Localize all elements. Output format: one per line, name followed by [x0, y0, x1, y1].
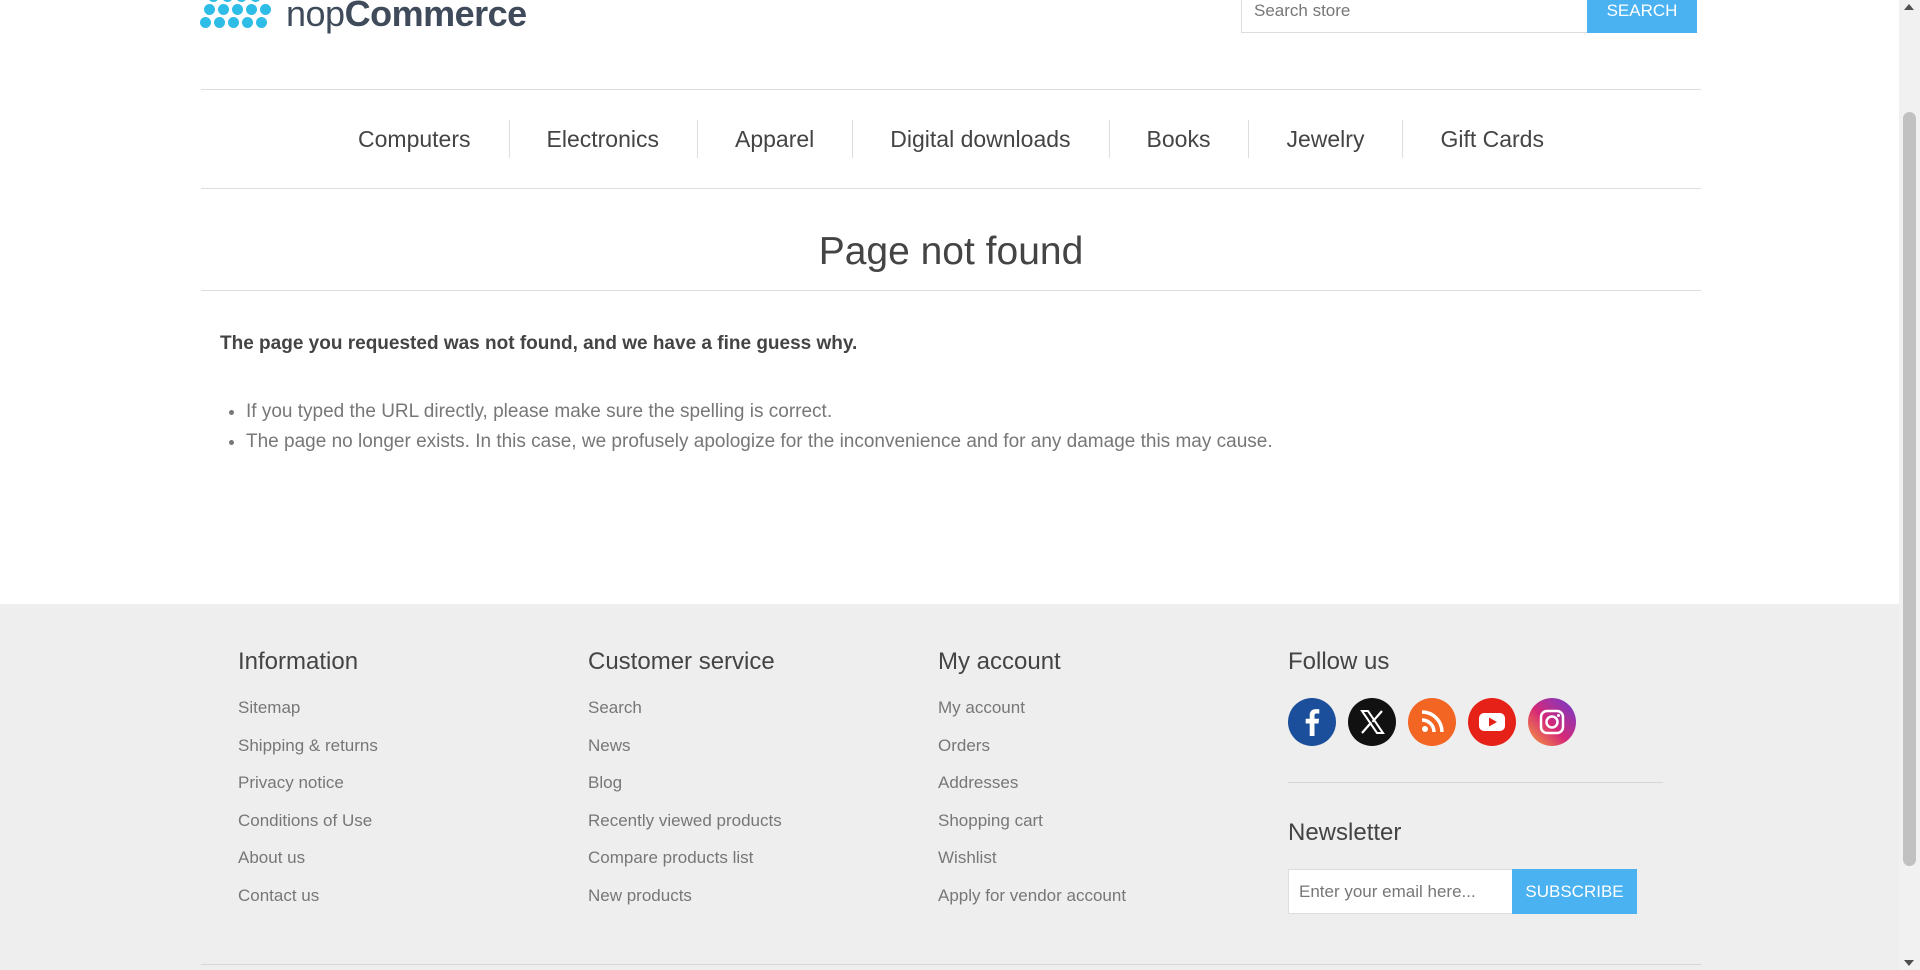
menu-item-computers[interactable]: Computers — [320, 126, 508, 153]
scroll-down-arrow-icon[interactable] — [1904, 960, 1914, 966]
rss-icon[interactable] — [1408, 698, 1456, 746]
footer-link-about-us[interactable]: About us — [238, 848, 378, 886]
footer-link-vendor-account[interactable]: Apply for vendor account — [938, 886, 1126, 924]
footer-link-orders[interactable]: Orders — [938, 736, 1126, 774]
menu-item-gift-cards[interactable]: Gift Cards — [1402, 119, 1582, 158]
page-scrollbar[interactable] — [1899, 0, 1920, 970]
search-box: SEARCH — [1241, 0, 1697, 33]
social-links — [1288, 698, 1663, 746]
menu-item-books[interactable]: Books — [1108, 119, 1249, 158]
youtube-icon[interactable] — [1468, 698, 1516, 746]
footer-link-my-account[interactable]: My account — [938, 698, 1126, 736]
footer-link-compare-products[interactable]: Compare products list — [588, 848, 782, 886]
newsletter-form: SUBSCRIBE — [1288, 869, 1663, 914]
top-menu: Computers Electronics Apparel Digital do… — [201, 89, 1701, 189]
not-found-reasons: If you typed the URL directly, please ma… — [220, 397, 1273, 457]
x-twitter-icon[interactable] — [1348, 698, 1396, 746]
search-input[interactable] — [1241, 0, 1587, 33]
footer-follow-us: Follow us Newsletter Enter your email he… — [1288, 648, 1663, 914]
footer-information: Information Sitemap Shipping & returns P… — [238, 648, 378, 923]
footer-link-conditions-of-use[interactable]: Conditions of Use — [238, 811, 378, 849]
instagram-icon[interactable] — [1528, 698, 1576, 746]
footer-bottom-divider — [201, 964, 1701, 965]
footer-link-blog[interactable]: Blog — [588, 773, 782, 811]
footer-link-wishlist[interactable]: Wishlist — [938, 848, 1126, 886]
footer-heading-my-account: My account — [938, 648, 1061, 675]
subscribe-button[interactable]: SUBSCRIBE — [1512, 869, 1637, 914]
footer-link-privacy-notice[interactable]: Privacy notice — [238, 773, 378, 811]
facebook-icon[interactable] — [1288, 698, 1336, 746]
footer-heading-information: Information — [238, 648, 359, 675]
newsletter-email-input[interactable] — [1288, 869, 1512, 914]
menu-item-jewelry[interactable]: Jewelry — [1248, 119, 1402, 158]
footer-link-new-products[interactable]: New products — [588, 886, 782, 924]
footer-link-sitemap[interactable]: Sitemap — [238, 698, 378, 736]
footer-heading-customer-service: Customer service — [588, 648, 775, 675]
scroll-up-arrow-icon[interactable] — [1904, 4, 1914, 10]
logo-text: nopCommerce — [286, 0, 527, 34]
page-title: Page not found — [201, 230, 1701, 291]
scrollbar-thumb[interactable] — [1903, 112, 1916, 866]
footer-link-news[interactable]: News — [588, 736, 782, 774]
list-item: The page no longer exists. In this case,… — [246, 427, 1273, 457]
list-item: If you typed the URL directly, please ma… — [246, 397, 1273, 427]
footer-divider — [1288, 782, 1663, 783]
footer: Information Sitemap Shipping & returns P… — [0, 604, 1899, 970]
footer-link-addresses[interactable]: Addresses — [938, 773, 1126, 811]
footer-link-shipping-returns[interactable]: Shipping & returns — [238, 736, 378, 774]
nopcommerce-dots-logo-icon — [200, 0, 274, 41]
newsletter-title: Newsletter — [1288, 819, 1402, 846]
footer-link-search[interactable]: Search — [588, 698, 782, 736]
footer-link-recently-viewed[interactable]: Recently viewed products — [588, 811, 782, 849]
not-found-lead: The page you requested was not found, an… — [220, 333, 858, 354]
footer-link-shopping-cart[interactable]: Shopping cart — [938, 811, 1126, 849]
page: nopCommerce SEARCH Computers Electronics… — [0, 0, 1899, 970]
menu-item-electronics[interactable]: Electronics — [508, 119, 697, 158]
footer-link-contact-us[interactable]: Contact us — [238, 886, 378, 924]
search-button[interactable]: SEARCH — [1587, 0, 1697, 33]
footer-my-account: My account My account Orders Addresses S… — [938, 648, 1126, 923]
footer-customer-service: Customer service Search News Blog Recent… — [588, 648, 782, 923]
footer-heading-follow-us: Follow us — [1288, 648, 1390, 675]
menu-item-apparel[interactable]: Apparel — [696, 119, 852, 158]
menu-item-digital-downloads[interactable]: Digital downloads — [852, 119, 1108, 158]
store-logo[interactable]: nopCommerce — [200, 0, 527, 42]
